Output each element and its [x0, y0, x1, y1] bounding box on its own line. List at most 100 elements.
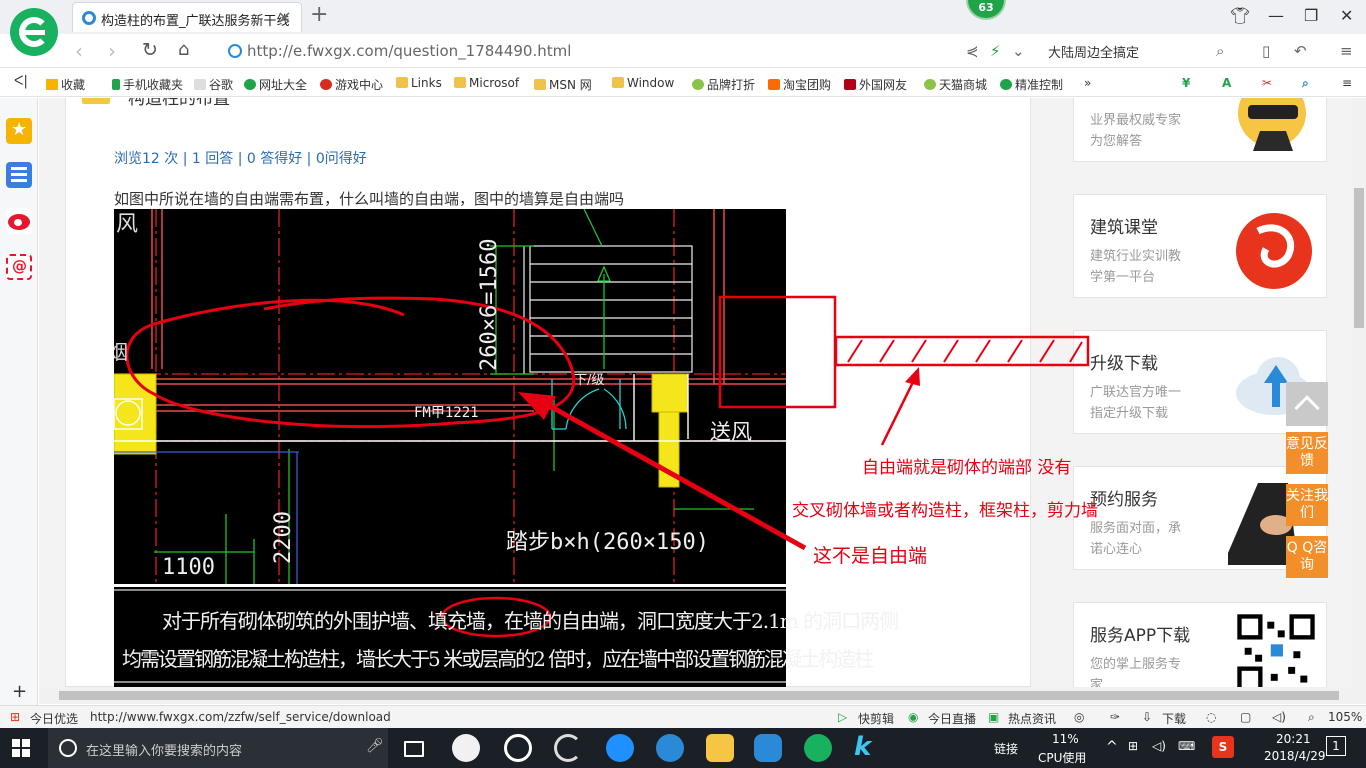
add-sidebar-icon[interactable]: + — [12, 681, 27, 702]
bookmark-msn[interactable]: MSN 网 — [534, 76, 592, 93]
close-window-button[interactable]: ✕ — [1340, 6, 1353, 25]
links-toolbar[interactable]: 链接 — [994, 740, 1018, 757]
pinwheel-app-icon[interactable] — [452, 734, 480, 762]
close-tab-icon[interactable]: × — [277, 7, 292, 28]
file-explorer-icon[interactable] — [706, 734, 734, 762]
translate-icon[interactable]: A — [1222, 76, 1231, 90]
download-link[interactable]: 下载 — [1162, 710, 1186, 727]
favorites-star-icon[interactable]: ★ — [6, 118, 32, 144]
service-app-card[interactable]: 服务APP下载 您的掌上服务专 家 — [1073, 602, 1327, 687]
task-view-icon[interactable] — [404, 741, 424, 757]
window-icon[interactable]: ▢ — [1240, 710, 1251, 724]
bookmark-directory[interactable]: 网址大全 — [244, 76, 307, 93]
keyboard-icon[interactable]: ⌨ — [1178, 739, 1195, 753]
bookmark-microsoft[interactable]: Microsof — [454, 76, 519, 90]
flag-icon — [844, 79, 856, 90]
follow-us-button[interactable]: 关注我们 — [1286, 484, 1328, 526]
bookmark-windows[interactable]: Window — [612, 76, 674, 90]
pin-icon[interactable]: ✑ — [1110, 710, 1120, 724]
bookmark-favorites[interactable]: 收藏 — [46, 76, 85, 93]
browser-logo-icon[interactable] — [10, 8, 58, 56]
speed-icon[interactable]: ◎ — [1074, 710, 1084, 724]
minimize-button[interactable]: — — [1268, 6, 1284, 25]
bookmark-precision[interactable]: 精准控制 — [1000, 76, 1063, 93]
cad-door-label: FM甲1221 — [414, 405, 479, 421]
feedback-button[interactable]: 意见反馈 — [1286, 432, 1328, 474]
k-app-icon[interactable]: k — [854, 732, 882, 762]
bookmark-mobile[interactable]: 手机收藏夹 — [112, 76, 183, 93]
tab-title: 构造柱的布置_广联达服务新干线 — [101, 14, 290, 29]
glodon-app-icon[interactable] — [754, 734, 782, 762]
clean-icon[interactable]: ◌ — [1206, 710, 1216, 724]
share-icon[interactable]: ⋞ — [966, 42, 979, 60]
reload-button[interactable]: ↻ — [142, 39, 158, 61]
qq-consult-button[interactable]: Q Q咨询 — [1286, 536, 1328, 578]
question-stats[interactable]: 浏览12 次 | 1 回答 | 0 答得好 | 0问得好 — [114, 148, 367, 168]
notification-badge[interactable]: 63 — [966, 0, 1006, 20]
site-info-icon[interactable] — [228, 44, 242, 58]
speed-mode-icon[interactable]: ⚡ — [990, 42, 1001, 60]
reader-icon[interactable] — [6, 162, 32, 188]
forward-button[interactable]: › — [108, 39, 116, 63]
maximize-button[interactable]: ❐ — [1304, 6, 1318, 25]
email-icon[interactable]: @ — [6, 254, 32, 280]
taskbar-search[interactable]: 在这里输入你要搜索的内容 🎤︎ — [48, 728, 388, 768]
clock-date[interactable]: 2018/4/29 — [1264, 749, 1326, 763]
question-image[interactable]: 风 烟 260×6=1560 下/级 FM甲1221 送风 2200 1100 … — [114, 209, 899, 687]
volume-icon[interactable]: ◁) — [1152, 739, 1166, 753]
tray-expand-icon[interactable]: ^ — [1106, 739, 1118, 755]
edge-icon[interactable] — [606, 734, 634, 762]
weibo-icon[interactable] — [6, 208, 32, 234]
360-browser-icon[interactable] — [804, 734, 832, 762]
zoom-icon[interactable]: ⌕ — [1302, 76, 1309, 91]
internet-explorer-icon[interactable] — [656, 734, 684, 762]
vertical-scrollbar[interactable] — [1352, 98, 1366, 687]
network-icon[interactable]: ⊞ — [1128, 739, 1138, 753]
bookmark-google[interactable]: 谷歌 — [194, 76, 233, 93]
shirt-skin-icon[interactable]: 👕︎ — [1230, 6, 1250, 25]
more-bookmarks-icon[interactable]: » — [1084, 76, 1091, 90]
notification-center-icon[interactable]: 1 — [1326, 736, 1346, 756]
card-line2: 学第一平台 — [1090, 270, 1156, 285]
expert-card[interactable]: 业界最权威专家 为您解答 — [1073, 98, 1327, 162]
browser-tab[interactable]: 构造柱的布置_广联达服务新干线 × — [72, 2, 302, 32]
scrollbar-thumb[interactable] — [1354, 188, 1364, 328]
zoom-level[interactable]: 105% — [1328, 710, 1362, 724]
bookmark-games[interactable]: 游戏中心 — [320, 76, 383, 93]
windows-start-icon[interactable] — [12, 739, 30, 757]
sogou-input-icon[interactable]: S — [1212, 736, 1234, 758]
bookmark-taobao[interactable]: 淘宝团购 — [768, 76, 831, 93]
news-link[interactable]: 热点资讯 — [1008, 710, 1056, 727]
search-suggestion[interactable]: 大陆周边全搞定 — [1048, 42, 1139, 61]
quick-edit-link[interactable]: 快剪辑 — [858, 710, 894, 727]
live-link[interactable]: 今日直播 — [928, 710, 976, 727]
dropdown-icon[interactable]: ⌄ — [1012, 42, 1025, 60]
tools-menu-icon[interactable]: ≡ — [1342, 76, 1352, 90]
ie-shell-icon[interactable] — [504, 734, 532, 762]
building-class-card[interactable]: 建筑课堂 建筑行业实训教 学第一平台 — [1073, 194, 1327, 298]
new-tab-button[interactable]: + — [310, 2, 328, 27]
clock-time[interactable]: 20:21 — [1276, 732, 1311, 746]
sidebar-toggle-icon[interactable]: ᐸ| — [14, 74, 28, 89]
scrollbar-thumb[interactable] — [59, 691, 1339, 700]
microphone-icon[interactable]: 🎤︎ — [366, 738, 384, 754]
horizontal-scrollbar[interactable] — [39, 687, 1366, 704]
zoom-icon[interactable]: ⌕ — [1308, 710, 1315, 725]
bookmark-foreign[interactable]: 外国网友 — [844, 76, 907, 93]
back-to-top-button[interactable] — [1286, 382, 1328, 426]
search-icon[interactable]: ⌕ — [1216, 42, 1224, 60]
bookmark-links[interactable]: Links — [396, 76, 442, 90]
scissors-icon[interactable]: ✂ — [1262, 76, 1272, 90]
daily-pick-link[interactable]: 今日优选 — [30, 710, 78, 727]
back-button[interactable]: ‹ — [75, 39, 83, 63]
menu-icon[interactable]: ≡ — [1340, 42, 1353, 60]
sound-icon[interactable]: ◁) — [1272, 710, 1286, 724]
address-bar[interactable]: http://e.fwxgx.com/question_1784490.html — [222, 39, 962, 63]
bookmark-tmall[interactable]: 天猫商城 — [924, 76, 987, 93]
mobile-icon[interactable]: ▯ — [1262, 42, 1270, 60]
browser-app-icon[interactable] — [554, 734, 582, 762]
bookmark-brand-sale[interactable]: 品牌打折 — [692, 76, 755, 93]
shield-icon[interactable]: ¥ — [1182, 76, 1190, 90]
home-button[interactable]: ⌂ — [178, 39, 189, 60]
undo-icon[interactable]: ↶ — [1294, 42, 1307, 60]
